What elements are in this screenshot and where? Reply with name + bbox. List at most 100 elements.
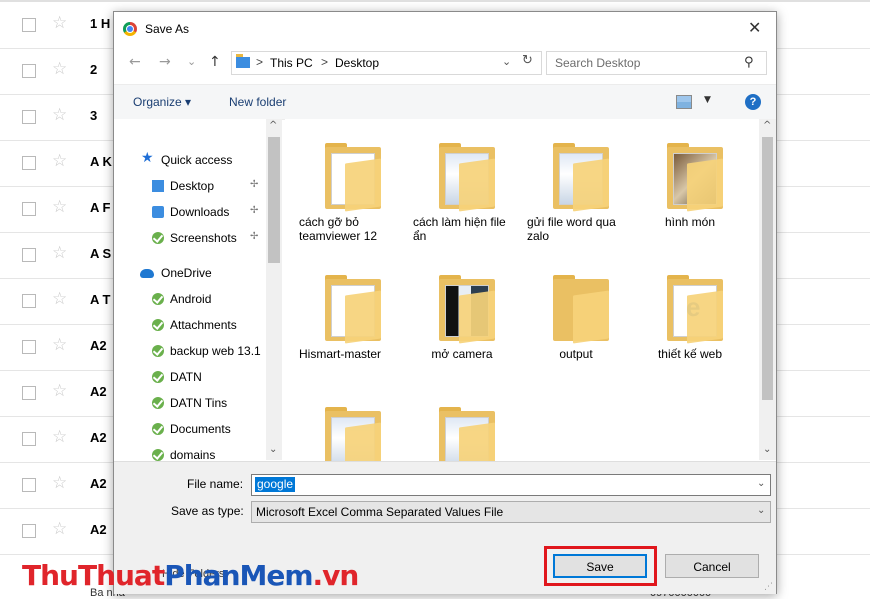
folder-item[interactable]: cách gỡ bỏ teamviewer 12 bbox=[293, 137, 403, 257]
file-name-input[interactable]: google ⌄ bbox=[251, 474, 771, 496]
star-icon[interactable]: ☆ bbox=[52, 197, 67, 217]
row-checkbox[interactable] bbox=[22, 202, 36, 216]
row-checkbox[interactable] bbox=[22, 386, 36, 400]
star-icon[interactable]: ☆ bbox=[52, 151, 67, 171]
nav-item-attachments[interactable]: Attachments bbox=[114, 315, 270, 337]
pin-icon: ✢ bbox=[250, 179, 259, 190]
star-icon[interactable]: ☆ bbox=[52, 13, 67, 33]
row-checkbox[interactable] bbox=[22, 64, 36, 78]
cloud-icon bbox=[140, 269, 154, 278]
row-checkbox[interactable] bbox=[22, 110, 36, 124]
command-toolbar: Organize ▾ New folder ▼ ? bbox=[114, 84, 776, 120]
nav-item-android[interactable]: Android bbox=[114, 289, 270, 311]
folder-item[interactable]: output bbox=[521, 269, 631, 389]
file-name-value[interactable]: google bbox=[255, 477, 296, 492]
nav-item-backup-web[interactable]: backup web 13.1 bbox=[114, 341, 270, 363]
save-button[interactable]: Save bbox=[553, 554, 647, 578]
nav-item-label: Attachments bbox=[170, 318, 237, 332]
nav-item-downloads[interactable]: Downloads ✢ bbox=[114, 202, 270, 224]
folder-item[interactable]: gửi file word qua zalo bbox=[521, 137, 631, 257]
star-icon[interactable]: ☆ bbox=[52, 243, 67, 263]
back-arrow-icon[interactable]: ← bbox=[129, 54, 141, 70]
nav-item-datn[interactable]: DATN bbox=[114, 367, 270, 389]
search-input[interactable]: Search Desktop ⚲ bbox=[546, 51, 767, 75]
row-checkbox[interactable] bbox=[22, 524, 36, 538]
file-name-label: File name: bbox=[187, 477, 244, 491]
star-icon[interactable]: ☆ bbox=[52, 427, 67, 447]
star-icon[interactable]: ☆ bbox=[52, 335, 67, 355]
chevron-down-icon[interactable]: ⌄ bbox=[757, 478, 765, 489]
forward-arrow-icon[interactable]: → bbox=[159, 54, 171, 70]
breadcrumb-desktop[interactable]: Desktop bbox=[335, 56, 379, 70]
folder-name: gửi file word qua zalo bbox=[527, 215, 616, 243]
star-icon[interactable]: ☆ bbox=[52, 381, 67, 401]
up-arrow-icon[interactable]: ↑ bbox=[209, 54, 221, 70]
nav-item-documents[interactable]: Documents bbox=[114, 419, 270, 441]
chevron-down-icon[interactable]: ⌄ bbox=[763, 444, 771, 455]
new-folder-button[interactable]: New folder bbox=[229, 95, 286, 109]
change-view-icon[interactable] bbox=[676, 95, 692, 109]
star-icon[interactable]: ☆ bbox=[52, 473, 67, 493]
cancel-button[interactable]: Cancel bbox=[665, 554, 759, 578]
breadcrumb-this-pc[interactable]: This PC bbox=[270, 56, 313, 70]
row-checkbox[interactable] bbox=[22, 340, 36, 354]
row-title: 3 bbox=[90, 108, 98, 123]
breadcrumb-separator: > bbox=[321, 55, 329, 69]
row-checkbox[interactable] bbox=[22, 156, 36, 170]
nav-item-label: Documents bbox=[170, 422, 231, 436]
scrollbar-thumb[interactable] bbox=[268, 137, 280, 263]
nav-item-label: domains bbox=[170, 448, 216, 462]
folder-item[interactable]: cách làm hiện file ẩn bbox=[407, 137, 517, 257]
nav-item-datn-tins[interactable]: DATN Tins bbox=[114, 393, 270, 415]
nav-item-label: DATN bbox=[170, 370, 202, 384]
close-icon[interactable]: ✕ bbox=[748, 18, 761, 37]
row-checkbox[interactable] bbox=[22, 248, 36, 262]
recent-locations-icon[interactable]: ⌄ bbox=[187, 55, 196, 68]
folder-item[interactable]: hình món bbox=[635, 137, 745, 257]
row-checkbox[interactable] bbox=[22, 478, 36, 492]
view-options-dropdown-icon[interactable]: ▼ bbox=[704, 95, 711, 105]
site-watermark: ThuThuatPhanMem.vn bbox=[22, 559, 360, 592]
star-icon[interactable]: ☆ bbox=[52, 105, 67, 125]
row-checkbox[interactable] bbox=[22, 294, 36, 308]
address-bar[interactable]: > This PC > Desktop ⌄ ↻ bbox=[231, 51, 542, 75]
chevron-down-icon[interactable]: ⌄ bbox=[757, 505, 765, 516]
navigation-pane: ★ Quick access Desktop ✢ Downloads ✢ Scr… bbox=[114, 119, 282, 462]
row-checkbox[interactable] bbox=[22, 432, 36, 446]
sync-check-icon bbox=[152, 232, 164, 244]
nav-item-desktop[interactable]: Desktop ✢ bbox=[114, 176, 270, 198]
row-checkbox[interactable] bbox=[22, 18, 36, 32]
folder-item[interactable]: Hismart-master bbox=[293, 269, 403, 389]
sync-check-icon bbox=[152, 345, 164, 357]
navigation-bar: ← → ⌄ ↑ > This PC > Desktop ⌄ ↻ Search D… bbox=[114, 48, 776, 78]
nav-item-quick-access[interactable]: ★ Quick access bbox=[114, 150, 270, 172]
folder-item[interactable]: mở camera bbox=[407, 269, 517, 389]
resize-grip-icon[interactable]: ⋰ bbox=[764, 582, 773, 592]
star-icon[interactable]: ☆ bbox=[52, 519, 67, 539]
row-title: A T bbox=[90, 292, 111, 307]
title-bar[interactable]: Save As ✕ bbox=[114, 12, 776, 44]
nav-pane-scrollbar[interactable]: ^ ⌄ bbox=[266, 119, 282, 460]
scrollbar-thumb[interactable] bbox=[762, 137, 773, 400]
nav-item-label: Quick access bbox=[161, 153, 233, 167]
chevron-up-icon[interactable]: ^ bbox=[269, 120, 277, 131]
save-type-select[interactable]: Microsoft Excel Comma Separated Values F… bbox=[251, 501, 771, 523]
row-title: A S bbox=[90, 246, 112, 261]
folder-icon bbox=[667, 275, 723, 344]
search-icon[interactable]: ⚲ bbox=[744, 55, 754, 70]
refresh-icon[interactable]: ↻ bbox=[522, 53, 533, 68]
chevron-down-icon[interactable]: ⌄ bbox=[269, 444, 277, 455]
nav-item-screenshots[interactable]: Screenshots ✢ bbox=[114, 228, 270, 250]
star-icon[interactable]: ☆ bbox=[52, 289, 67, 309]
nav-item-onedrive[interactable]: OneDrive bbox=[114, 263, 270, 285]
folder-item[interactable]: thiết kế web bbox=[635, 269, 745, 389]
sync-check-icon bbox=[152, 423, 164, 435]
folder-icon bbox=[439, 275, 495, 344]
organize-button[interactable]: Organize ▾ bbox=[133, 95, 191, 109]
help-icon[interactable]: ? bbox=[745, 94, 761, 110]
file-list-scrollbar[interactable]: ^ ⌄ bbox=[759, 119, 776, 460]
star-icon[interactable]: ☆ bbox=[52, 59, 67, 79]
watermark-part-3: .vn bbox=[312, 559, 360, 592]
chevron-up-icon[interactable]: ^ bbox=[763, 120, 771, 131]
chevron-down-icon[interactable]: ⌄ bbox=[502, 55, 511, 68]
